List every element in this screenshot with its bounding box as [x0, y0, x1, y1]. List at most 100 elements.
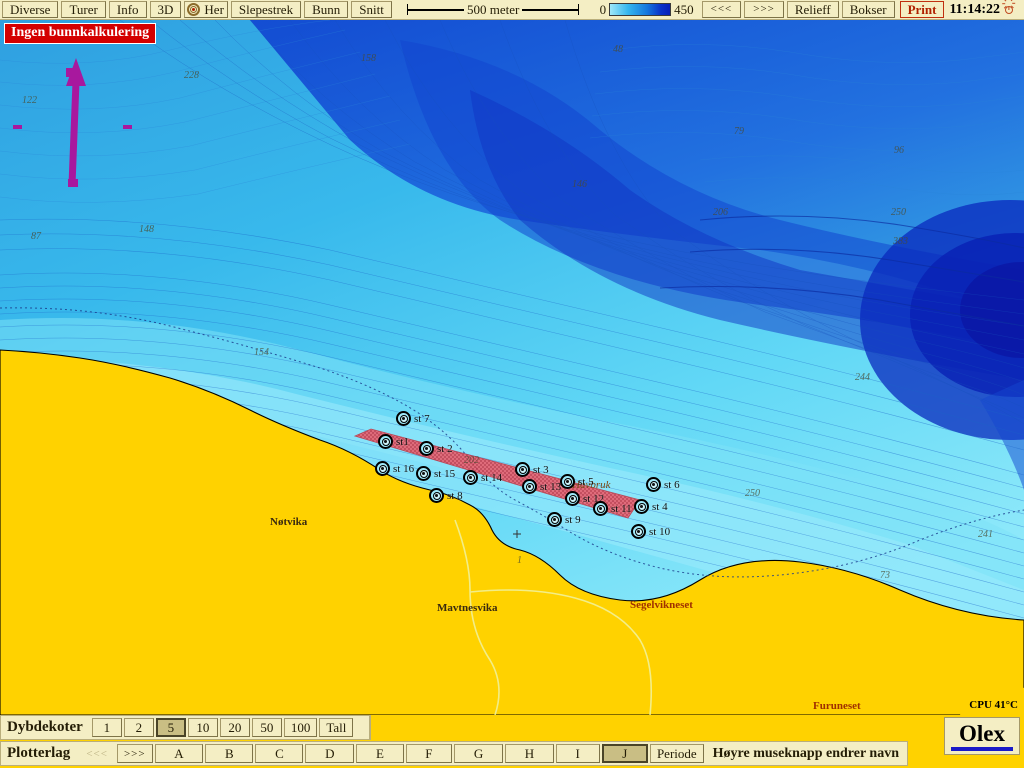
toolbar-turer[interactable]: Turer: [61, 1, 106, 18]
toolbar-her[interactable]: Her: [184, 1, 228, 18]
toolbar-spacer-right: [585, 0, 593, 19]
toolbar-diverse[interactable]: Diverse: [2, 1, 59, 18]
station-label: st 4: [652, 500, 668, 513]
scale-bar-cap-right: [578, 4, 580, 15]
station-target-icon[interactable]: [565, 491, 580, 506]
legend-min-value: 0: [599, 1, 607, 17]
chart-graphics: [0, 20, 1024, 715]
scale-bar-line-right: [522, 8, 579, 11]
bottom-panel: Dybdekoter 1 2 5 10 20 50 100 Tall Plotterlag <…: [0, 715, 1024, 768]
plotterlag-option-a[interactable]: A: [154, 744, 204, 763]
station-target-icon[interactable]: [522, 479, 537, 494]
station-marker[interactable]: st 9: [547, 512, 581, 527]
toolbar-print-button[interactable]: Print: [899, 1, 945, 18]
dybdekoter-label: Dybdekoter: [7, 719, 83, 735]
station-label: st 10: [649, 525, 671, 538]
station-target-icon[interactable]: [416, 466, 431, 481]
olex-logo-text: Olex: [959, 720, 1005, 746]
station-target-icon[interactable]: [634, 499, 649, 514]
plotterlag-option-b[interactable]: B: [205, 744, 254, 763]
station-marker[interactable]: st 13: [522, 479, 561, 494]
station-target-icon[interactable]: [375, 461, 390, 476]
plotterlag-option-f[interactable]: F: [405, 744, 453, 763]
dybdekoter-option-100[interactable]: 100: [283, 718, 318, 737]
station-target-icon[interactable]: [515, 462, 530, 477]
plotterlag-next-button[interactable]: >>>: [116, 744, 153, 763]
plotterlag-option-j[interactable]: J: [601, 744, 648, 763]
depth-contour-label: 250: [891, 207, 906, 218]
station-marker[interactable]: st1: [378, 434, 409, 449]
station-label: st 8: [447, 489, 463, 502]
station-target-icon[interactable]: [547, 512, 562, 527]
station-label: st 11: [611, 502, 632, 515]
station-marker[interactable]: st 14: [463, 470, 502, 485]
station-target-icon[interactable]: [631, 524, 646, 539]
station-target-icon[interactable]: [429, 488, 444, 503]
dybdekoter-bar: Dybdekoter 1 2 5 10 20 50 100 Tall: [0, 715, 371, 740]
depth-contour-label: 202: [464, 455, 479, 466]
station-target-icon[interactable]: [396, 411, 411, 426]
toolbar-bunn[interactable]: Bunn: [304, 1, 349, 18]
station-marker[interactable]: st 8: [429, 488, 463, 503]
station-marker[interactable]: st 10: [631, 524, 670, 539]
plotterlag-bar: Plotterlag <<< >>> ABCDEFGHIJ Periode Hø…: [0, 741, 908, 766]
place-name-label: Furuneset: [813, 700, 861, 712]
station-marker[interactable]: st 5: [560, 474, 594, 489]
plotterlag-option-d[interactable]: D: [305, 744, 355, 763]
dybdekoter-option-2[interactable]: 2: [123, 718, 154, 737]
place-name-label: Nøtvika: [270, 516, 308, 528]
toolbar-relieff[interactable]: Relieff: [786, 1, 839, 18]
station-target-icon[interactable]: [419, 441, 434, 456]
station-marker[interactable]: st 6: [646, 477, 680, 492]
dybdekoter-button-group: 1 2 5 10 20 50 100 Tall: [91, 716, 355, 739]
place-name-label: Segelvikneset: [630, 599, 693, 611]
plotterlag-option-e[interactable]: E: [356, 744, 404, 763]
depth-contour-label: 383: [893, 236, 908, 247]
sun-icon[interactable]: [1002, 0, 1016, 17]
plotterlag-option-h[interactable]: H: [505, 744, 554, 763]
toolbar-slepestrek[interactable]: Slepestrek: [230, 1, 302, 18]
station-label: st 16: [393, 462, 415, 475]
legend-gradient-ramp: [609, 3, 672, 16]
station-marker[interactable]: st 2: [419, 441, 453, 456]
station-marker[interactable]: st 11: [593, 501, 632, 516]
plotterlag-option-i[interactable]: I: [555, 744, 600, 763]
toolbar-prev-button[interactable]: <<<: [701, 1, 742, 18]
toolbar-info[interactable]: Info: [108, 1, 147, 18]
station-target-icon[interactable]: [560, 474, 575, 489]
station-target-icon[interactable]: [646, 477, 661, 492]
toolbar-snitt[interactable]: Snitt: [351, 1, 392, 18]
periode-button[interactable]: Periode: [649, 744, 704, 763]
station-marker[interactable]: st 3: [515, 462, 549, 477]
station-target-icon[interactable]: [463, 470, 478, 485]
dybdekoter-option-tall[interactable]: Tall: [319, 718, 354, 737]
station-label: st 13: [540, 480, 562, 493]
dybdekoter-option-5[interactable]: 5: [155, 718, 186, 737]
station-target-icon[interactable]: [593, 501, 608, 516]
cpu-temperature-status: CPU 41°C: [969, 699, 1018, 711]
plotterlag-option-c[interactable]: C: [255, 744, 304, 763]
station-target-icon[interactable]: [378, 434, 393, 449]
toolbar-3d[interactable]: 3D: [149, 1, 182, 18]
dybdekoter-option-10[interactable]: 10: [187, 718, 218, 737]
depth-contour-label: 79: [734, 126, 744, 137]
bathymetric-chart-canvas[interactable]: Ingen bunnkalkulering 122 228 87 148 158 48 79…: [0, 20, 1024, 715]
toolbar-bokser[interactable]: Bokser: [841, 1, 895, 18]
toolbar-next-button[interactable]: >>>: [744, 1, 784, 18]
station-label: st 6: [664, 478, 680, 491]
station-marker[interactable]: st 16: [375, 461, 414, 476]
station-marker[interactable]: st 4: [634, 499, 668, 514]
toolbar-her-label: Her: [204, 2, 224, 17]
dybdekoter-option-20[interactable]: 20: [219, 718, 250, 737]
depth-color-legend: 0 450: [600, 0, 694, 19]
dybdekoter-option-50[interactable]: 50: [251, 718, 282, 737]
plotterlag-option-g[interactable]: G: [454, 744, 503, 763]
depth-contour-label: 241: [978, 529, 993, 540]
dybdekoter-option-1[interactable]: 1: [91, 718, 122, 737]
station-marker[interactable]: st 15: [416, 466, 455, 481]
station-marker[interactable]: st 7: [396, 411, 430, 426]
station-label: st1: [396, 435, 409, 448]
olex-application-window: Diverse Turer Info 3D Her Slepestrek Bun…: [0, 0, 1024, 768]
place-name-label: Mavtnesvika: [437, 602, 498, 614]
plotterlag-prev-button[interactable]: <<<: [79, 744, 115, 763]
